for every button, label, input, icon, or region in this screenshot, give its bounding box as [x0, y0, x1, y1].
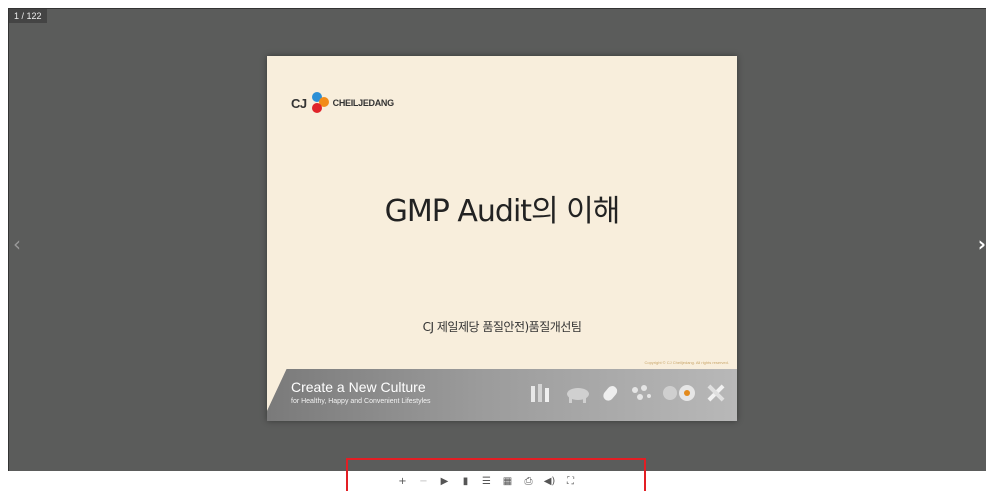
banner-slant	[267, 369, 291, 421]
tools-icon	[707, 384, 725, 402]
logo-company-name: CHEILJEDANG	[332, 98, 395, 108]
capsule-icon	[603, 386, 618, 401]
lab-tubes-icon	[531, 384, 549, 402]
zoom-out-button[interactable]: −	[413, 474, 434, 488]
grid-view-button[interactable]: ▦	[497, 474, 518, 488]
company-logo: CJ CHEILJEDANG	[291, 90, 394, 116]
print-button[interactable]: ⎙	[518, 474, 539, 488]
banner-tagline: for Healthy, Happy and Convenient Lifest…	[291, 398, 431, 405]
slide-page: CJ CHEILJEDANG GMP Audit의 이해 CJ 제일제당 품질안…	[267, 56, 737, 421]
next-page-button[interactable]: ›	[978, 234, 986, 254]
molecule-icon	[632, 385, 651, 400]
bookmark-button[interactable]: ▮	[455, 474, 476, 488]
livestock-icon	[567, 388, 589, 403]
copyright-text: Copyright © CJ Cheiljedang. All rights r…	[644, 360, 729, 365]
sound-button[interactable]: ◀)	[539, 474, 560, 488]
viewer-canvas: 1 / 122 ‹ › CJ CHEILJEDANG GMP Audit의 이해…	[8, 8, 986, 471]
slide-subtitle: CJ 제일제당 품질안전)품질개선팀	[422, 320, 582, 334]
gears-icon	[663, 385, 695, 401]
banner-headline: Create a New Culture	[291, 379, 426, 395]
slide-title: GMP Audit의 이해	[384, 194, 621, 229]
banner-icons	[529, 382, 727, 404]
zoom-in-button[interactable]: +	[392, 474, 413, 488]
fullscreen-button[interactable]: ⛶	[560, 474, 581, 488]
play-button[interactable]: ▶	[434, 474, 455, 488]
viewer-toolbar: + − ▶ ▮ ☰ ▦ ⎙ ◀) ⛶	[392, 474, 581, 488]
slide-footer-banner: Create a New Culture for Healthy, Happy …	[267, 369, 737, 421]
cj-logo-icon	[311, 92, 329, 113]
list-view-button[interactable]: ☰	[476, 474, 497, 488]
page-counter: 1 / 122	[9, 9, 47, 23]
logo-cj-text: CJ	[291, 95, 307, 111]
previous-page-button[interactable]: ‹	[13, 234, 21, 254]
